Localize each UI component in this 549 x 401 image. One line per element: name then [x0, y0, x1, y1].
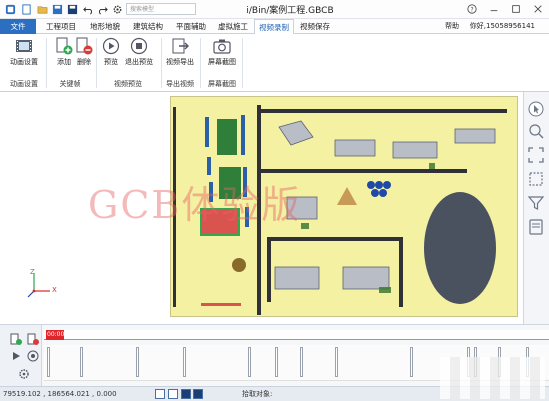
- axis-x-label: X: [52, 286, 57, 294]
- grid-toggle-icon[interactable]: [168, 389, 178, 399]
- keyframe[interactable]: [136, 347, 139, 377]
- title-bar: 搜索模型 i/Bin/案例工程.GBCB ?: [0, 0, 549, 19]
- fit-view-icon[interactable]: [527, 146, 545, 164]
- tab-project[interactable]: 工程项目: [40, 19, 82, 34]
- settings-gear-icon[interactable]: [111, 3, 123, 15]
- stop-preview-icon: [130, 37, 148, 55]
- help-question-icon[interactable]: ?: [465, 2, 479, 16]
- undo-icon[interactable]: [82, 3, 94, 15]
- keyframe[interactable]: [248, 347, 251, 377]
- layers-icon[interactable]: [527, 218, 545, 236]
- add-keyframe-small-icon[interactable]: [10, 333, 22, 345]
- animation-settings-label: 动画设置: [10, 58, 38, 66]
- mosaic-overlay: [440, 357, 545, 399]
- ribbon-divider: [200, 38, 201, 88]
- pick-object-label: 拾取对象:: [242, 390, 273, 398]
- filter-icon[interactable]: [527, 194, 545, 212]
- snap-toggle-icon[interactable]: [155, 389, 165, 399]
- ribbon-panel: 动画设置 添加 删除 预览 退出预览 视频导出 屏幕截图 动画设置 关键帧 视频…: [0, 34, 549, 92]
- zoom-region-icon[interactable]: [527, 122, 545, 140]
- play-preview-icon: [102, 37, 120, 55]
- screenshot-button[interactable]: 屏幕截图: [204, 37, 240, 69]
- app-logo-icon[interactable]: [4, 3, 16, 15]
- trial-watermark: GCB体验版: [88, 183, 302, 227]
- video-export-button[interactable]: 视频导出: [162, 37, 198, 69]
- scene-viewport[interactable]: GCB体验版 X Z: [0, 92, 524, 324]
- tab-video-record[interactable]: 视频录制: [254, 19, 294, 35]
- keyframe[interactable]: [47, 347, 50, 377]
- crop-view-icon[interactable]: [527, 170, 545, 188]
- ribbon-tab-bar: 文件 工程项目 地形地貌 建筑结构 平面辅助 虚拟施工 视频录制 视频保存 帮助…: [0, 19, 549, 35]
- play-icon[interactable]: [10, 350, 22, 362]
- tab-building[interactable]: 建筑结构: [127, 19, 169, 34]
- minimize-icon[interactable]: [487, 2, 501, 16]
- view-mode-icon[interactable]: [193, 389, 203, 399]
- delete-keyframe-button[interactable]: 删除: [70, 37, 98, 69]
- redo-icon[interactable]: [96, 3, 108, 15]
- keyframe[interactable]: [300, 347, 303, 377]
- tab-virtual-construction[interactable]: 虚拟施工: [212, 19, 254, 34]
- stop-icon[interactable]: [27, 350, 39, 362]
- user-account[interactable]: 你好,15058956141: [470, 19, 535, 34]
- group-label-screenshot: 屏幕截图: [208, 80, 236, 88]
- window-title: i/Bin/案例工程.GBCB: [246, 6, 334, 16]
- export-icon: [171, 37, 189, 55]
- keyframe[interactable]: [410, 347, 413, 377]
- tab-terrain[interactable]: 地形地貌: [84, 19, 126, 34]
- timeline-settings-icon[interactable]: [18, 368, 30, 380]
- save-icon[interactable]: [51, 3, 63, 15]
- video-export-label: 视频导出: [166, 58, 194, 66]
- group-label-animation: 动画设置: [10, 80, 38, 88]
- camera-icon: [213, 37, 231, 55]
- save-as-icon[interactable]: [66, 3, 78, 15]
- film-icon: [15, 37, 33, 55]
- exit-preview-button[interactable]: 退出预览: [121, 37, 157, 69]
- model-search-input[interactable]: 搜索模型: [126, 3, 196, 15]
- ribbon-divider: [46, 38, 47, 88]
- ribbon-divider: [242, 38, 243, 88]
- open-folder-icon[interactable]: [36, 3, 48, 15]
- maximize-icon[interactable]: [509, 2, 523, 16]
- delete-keyframe-small-icon[interactable]: [27, 333, 39, 345]
- close-icon[interactable]: [531, 2, 545, 16]
- tab-plan-aux[interactable]: 平面辅助: [170, 19, 212, 34]
- help-menu[interactable]: 帮助: [445, 19, 459, 34]
- exit-preview-label: 退出预览: [125, 58, 153, 66]
- svg-text:?: ?: [470, 8, 473, 14]
- group-label-keyframe: 关键帧: [59, 80, 81, 88]
- keyframe[interactable]: [335, 347, 338, 377]
- tab-file[interactable]: 文件: [0, 19, 36, 34]
- keyframe[interactable]: [80, 347, 83, 377]
- window-controls: ?: [465, 2, 545, 16]
- keyframe[interactable]: [183, 347, 186, 377]
- time-ruler[interactable]: 00:00: [44, 330, 549, 340]
- delete-keyframe-icon: [75, 37, 93, 55]
- select-pointer-icon[interactable]: [527, 100, 545, 118]
- group-label-video-preview: 视频预览: [114, 80, 142, 88]
- view-toggles: [193, 389, 203, 399]
- playhead-marker[interactable]: 00:00: [46, 330, 64, 340]
- axis-z-label: Z: [30, 268, 35, 276]
- ortho-toggle-icon[interactable]: [181, 389, 191, 399]
- cursor-coordinates: 79519.102 , 186564.021 , 0.000: [3, 390, 117, 398]
- keyframe[interactable]: [275, 347, 278, 377]
- delete-label: 删除: [77, 58, 91, 66]
- view-tools-panel: [524, 92, 549, 324]
- new-file-icon[interactable]: [20, 3, 32, 15]
- screenshot-label: 屏幕截图: [208, 58, 236, 66]
- timeline-controls: [0, 325, 42, 387]
- animation-settings-button[interactable]: 动画设置: [6, 37, 42, 69]
- group-label-export-video: 导出视频: [166, 80, 194, 88]
- tab-video-save[interactable]: 视频保存: [295, 19, 335, 34]
- snap-toggles: [155, 389, 191, 399]
